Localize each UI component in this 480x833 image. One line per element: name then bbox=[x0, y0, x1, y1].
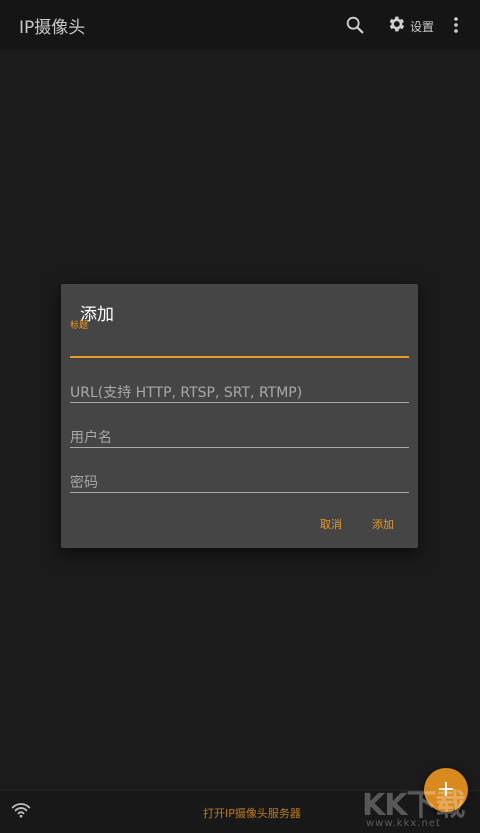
url-input[interactable] bbox=[70, 385, 409, 401]
settings-button[interactable]: 设置 bbox=[386, 13, 434, 39]
password-field[interactable] bbox=[70, 460, 409, 493]
url-underline bbox=[70, 402, 409, 403]
username-input[interactable] bbox=[70, 430, 409, 446]
watermark-url: www.kkx.net bbox=[366, 818, 441, 829]
search-icon[interactable] bbox=[344, 14, 366, 36]
wifi-icon[interactable] bbox=[11, 801, 31, 819]
url-field[interactable] bbox=[70, 370, 409, 403]
watermark-logo: KK下载 www.kkx.net bbox=[362, 778, 474, 832]
more-vert-icon[interactable] bbox=[448, 14, 464, 36]
title-field-label: 标题 bbox=[70, 321, 89, 331]
gear-icon bbox=[386, 14, 406, 38]
username-field[interactable] bbox=[70, 415, 409, 448]
app-title: IP摄像头 bbox=[19, 18, 86, 38]
open-server-link[interactable]: 打开IP摄像头服务器 bbox=[203, 805, 301, 821]
app-bar: IP摄像头 设置 bbox=[0, 0, 480, 50]
title-underline bbox=[70, 356, 409, 358]
add-button[interactable]: 添加 bbox=[372, 516, 394, 532]
title-input[interactable] bbox=[70, 340, 409, 356]
password-underline bbox=[70, 492, 409, 493]
password-input[interactable] bbox=[70, 475, 409, 491]
cancel-button[interactable]: 取消 bbox=[320, 516, 342, 532]
settings-label: 设置 bbox=[410, 19, 435, 34]
username-underline bbox=[70, 447, 409, 448]
title-field[interactable]: 标题 bbox=[70, 320, 409, 358]
add-camera-dialog: 添加 标题 取消 添加 bbox=[61, 284, 418, 548]
